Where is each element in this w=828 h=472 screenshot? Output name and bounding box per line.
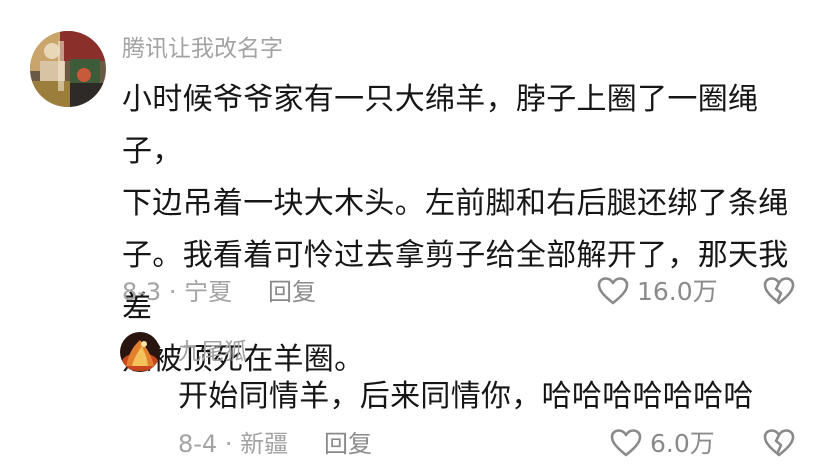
reply-dislike-button[interactable]	[763, 428, 795, 458]
comment-meta: 8-3 · 宁夏	[122, 278, 233, 306]
reply-button[interactable]: 回复	[268, 277, 316, 307]
reply-like-count: 6.0万	[650, 429, 715, 458]
reply-reply-button[interactable]: 回复	[324, 429, 372, 459]
broken-heart-icon	[763, 276, 795, 306]
avatar-image	[30, 31, 106, 107]
heart-outline-icon	[610, 428, 642, 458]
reply-meta: 8-4 · 新疆	[178, 430, 289, 458]
heart-outline-icon	[597, 276, 629, 306]
reply-like-button[interactable]	[610, 428, 642, 458]
like-count: 16.0万	[637, 277, 718, 306]
reply-avatar-image	[120, 332, 160, 372]
broken-heart-icon	[763, 428, 795, 458]
comment-text-line: 下边吊着一块大木头。左前脚和右后腿还绑了条绳	[122, 186, 789, 221]
reply-text: 开始同情羊，后来同情你，哈哈哈哈哈哈哈	[178, 379, 754, 414]
reply-avatar[interactable]	[120, 332, 160, 372]
comment-username[interactable]: 腾讯让我改名字	[122, 35, 283, 63]
comment-text-line: 小时候爷爷家有一只大绵羊，脖子上圈了一圈绳子，	[122, 82, 759, 169]
avatar[interactable]	[30, 31, 106, 107]
reply-username[interactable]: 九尾狐	[178, 338, 247, 366]
like-button[interactable]	[597, 276, 629, 306]
dislike-button[interactable]	[763, 276, 795, 306]
